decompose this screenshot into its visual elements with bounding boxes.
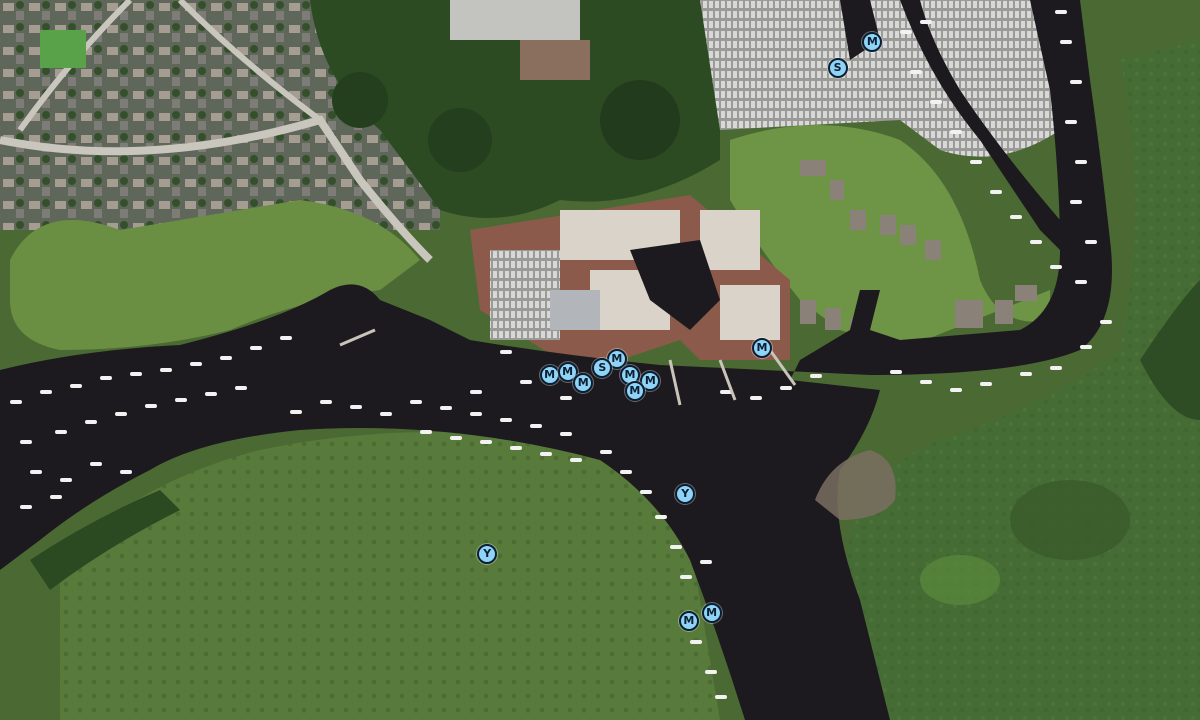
sports-pitch bbox=[40, 30, 86, 68]
marina-marker[interactable]: M bbox=[752, 337, 772, 358]
large-building bbox=[450, 0, 580, 40]
harbour-master-marker[interactable]: S bbox=[827, 58, 848, 79]
marina-marker[interactable]: M bbox=[701, 602, 722, 623]
yacht-club-marker[interactable]: Y bbox=[675, 483, 696, 504]
marina-marker[interactable]: M bbox=[624, 380, 645, 401]
satellite-map[interactable]: SMMMMMSMMMMYYMM bbox=[0, 0, 1200, 720]
yacht-club-marker[interactable]: Y bbox=[477, 543, 498, 564]
marina-marker[interactable]: M bbox=[539, 365, 560, 386]
boat-yard bbox=[490, 250, 560, 340]
